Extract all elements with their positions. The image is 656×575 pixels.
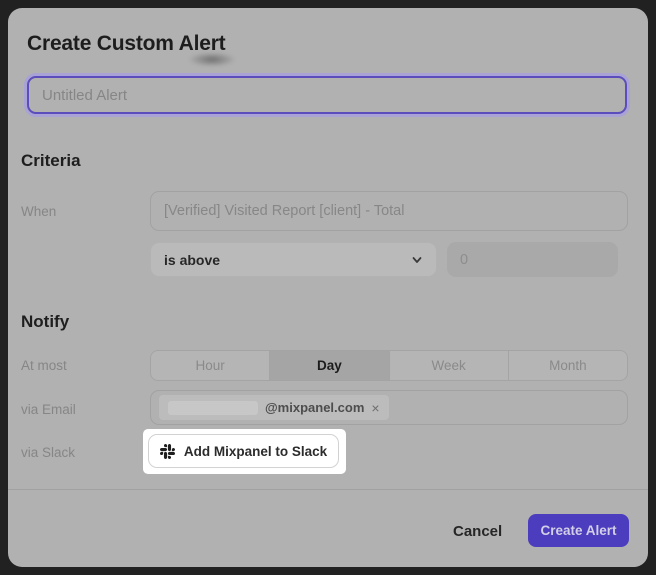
email-chip-domain: @mixpanel.com xyxy=(265,400,364,415)
frequency-option-month[interactable]: Month xyxy=(508,351,627,380)
condition-dropdown[interactable]: is above xyxy=(150,242,437,277)
frequency-segmented-control: Hour Day Week Month xyxy=(150,350,628,381)
footer-divider xyxy=(8,489,648,490)
email-recipients-field[interactable]: @mixpanel.com × xyxy=(150,390,628,425)
frequency-option-day[interactable]: Day xyxy=(269,351,388,380)
email-chip: @mixpanel.com × xyxy=(159,395,389,420)
via-email-label: via Email xyxy=(21,402,76,417)
frequency-option-hour[interactable]: Hour xyxy=(151,351,269,380)
cancel-button[interactable]: Cancel xyxy=(453,520,502,542)
via-slack-label: via Slack xyxy=(21,445,75,460)
chevron-down-icon xyxy=(411,254,423,266)
slack-button-spotlight: Add Mixpanel to Slack xyxy=(143,429,346,474)
threshold-value: 0 xyxy=(460,252,468,268)
metric-input[interactable]: [Verified] Visited Report [client] - Tot… xyxy=(150,191,628,231)
page-title: Create Custom Alert xyxy=(27,32,225,56)
condition-selected-value: is above xyxy=(164,252,220,268)
slack-button-label: Add Mixpanel to Slack xyxy=(184,444,327,459)
add-mixpanel-to-slack-button[interactable]: Add Mixpanel to Slack xyxy=(148,434,339,468)
notify-heading: Notify xyxy=(21,312,69,332)
at-most-label: At most xyxy=(21,358,67,373)
remove-email-icon[interactable]: × xyxy=(371,401,379,415)
when-label: When xyxy=(21,204,56,219)
redacted-email-name xyxy=(168,401,258,415)
threshold-input[interactable]: 0 xyxy=(447,242,618,277)
create-alert-button[interactable]: Create Alert xyxy=(528,514,629,547)
slack-icon xyxy=(160,444,175,459)
frequency-option-week[interactable]: Week xyxy=(389,351,508,380)
alert-name-input[interactable]: Untitled Alert xyxy=(27,76,627,114)
criteria-heading: Criteria xyxy=(21,151,81,171)
metric-value: [Verified] Visited Report [client] - Tot… xyxy=(164,203,404,219)
alert-name-placeholder: Untitled Alert xyxy=(42,87,127,104)
create-alert-dialog: Create Custom Alert Untitled Alert Crite… xyxy=(8,8,648,567)
